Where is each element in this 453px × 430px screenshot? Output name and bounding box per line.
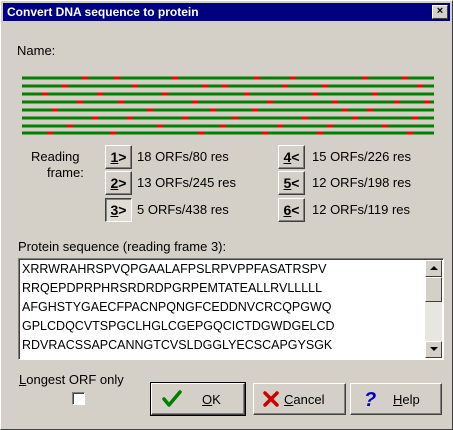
sequence-line: XRRWRAHRSPVQPGAALAFPSLRPVPPFASATRSPV <box>22 262 327 276</box>
longest-orf-checkbox[interactable] <box>72 392 85 405</box>
dna-marker <box>394 100 400 104</box>
frame-3-summary: 5 ORFs/438 res <box>137 202 229 217</box>
question-mark-icon: ? <box>364 389 376 409</box>
sequence-line: AFGHSTYGAECFPACNPQNGFCEDDNVCRCQPGWQ <box>22 300 332 314</box>
dna-marker <box>412 116 418 120</box>
dna-marker <box>327 124 333 128</box>
frame-4-button[interactable]: 4< <box>278 145 305 169</box>
dna-marker <box>210 108 216 112</box>
dna-marker <box>110 131 116 135</box>
ok-button[interactable]: OK <box>150 382 246 416</box>
window-title: Convert DNA sequence to protein <box>7 5 199 19</box>
svg-text:?: ? <box>364 389 376 409</box>
dna-marker <box>417 84 423 88</box>
dna-marker <box>312 92 318 96</box>
dna-marker <box>62 84 68 88</box>
dna-marker <box>157 124 163 128</box>
frame-5-summary: 12 ORFs/198 res <box>312 175 411 190</box>
scroll-down-button[interactable] <box>425 341 442 358</box>
arrow-down-icon <box>430 347 438 351</box>
dna-marker <box>42 92 48 96</box>
dna-marker <box>282 84 288 88</box>
dna-marker <box>114 76 120 80</box>
dna-marker <box>118 100 124 104</box>
longest-orf-label: Longest ORF only <box>19 372 124 387</box>
dna-marker <box>322 84 328 88</box>
name-label: Name: <box>17 43 56 58</box>
protein-sequence-label: Protein sequence (reading frame 3): <box>18 239 227 254</box>
reading-frame-label-line2: frame: <box>47 165 84 180</box>
dna-marker <box>362 76 368 80</box>
dna-marker <box>402 76 408 80</box>
dna-marker <box>252 108 258 112</box>
dna-strand <box>22 131 434 135</box>
sequence-line: RRQEPDPRPHRSRDRDPGRPEMTATEALLRVLLLLL <box>22 281 323 295</box>
dna-marker <box>382 124 388 128</box>
dna-marker <box>132 84 138 88</box>
scroll-thumb[interactable] <box>425 277 442 302</box>
cancel-button[interactable]: Cancel <box>253 383 346 415</box>
dna-marker <box>407 131 413 135</box>
dna-marker <box>198 131 204 135</box>
dna-marker <box>162 92 168 96</box>
frame-1-button[interactable]: 1> <box>105 145 132 169</box>
scroll-up-button[interactable] <box>425 260 442 277</box>
dna-marker <box>367 108 373 112</box>
dna-marker <box>372 92 378 96</box>
help-button[interactable]: ? Help <box>350 383 442 415</box>
dna-marker <box>232 116 238 120</box>
dna-marker <box>67 124 73 128</box>
dna-marker <box>147 108 153 112</box>
dna-strand <box>22 100 434 104</box>
dna-strand <box>22 124 434 128</box>
x-mark-icon <box>263 391 279 407</box>
dna-marker <box>97 92 103 96</box>
frame-6-button[interactable]: 6< <box>278 198 305 222</box>
dna-marker <box>77 100 83 104</box>
dna-marker <box>244 92 250 96</box>
dna-marker <box>52 108 58 112</box>
dna-marker <box>172 76 178 80</box>
dna-strands-graphic <box>22 76 434 135</box>
sequence-line: GPLCDQCVTSPGCLHGLCGEPGQCICTDGWDGELCD <box>22 319 335 333</box>
frame-3-button[interactable]: 3> <box>105 198 132 222</box>
reading-frame-label-line1: Reading <box>31 149 80 164</box>
frame-6-summary: 12 ORFs/119 res <box>312 202 411 217</box>
protein-sequence-textarea[interactable]: XRRWRAHRSPVQPGAALAFPSLRPVPPFASATRSPV RRQ… <box>18 258 444 360</box>
dna-marker <box>254 76 260 80</box>
dna-marker <box>332 100 338 104</box>
dna-marker <box>267 100 273 104</box>
dna-marker <box>424 100 430 104</box>
dna-marker <box>92 116 98 120</box>
frame-2-summary: 13 ORFs/245 res <box>137 175 236 190</box>
frame-5-button[interactable]: 5< <box>278 171 305 195</box>
dna-marker <box>302 116 308 120</box>
dna-marker <box>342 108 348 112</box>
close-button[interactable]: × <box>432 5 448 19</box>
frame-4-summary: 15 ORFs/226 res <box>312 149 411 164</box>
dna-marker <box>290 76 296 80</box>
sequence-line: RDVRACSSAPCANNGTCVSLDGGLYECSCAPGYSGK <box>22 338 333 352</box>
dna-marker <box>202 84 208 88</box>
dna-marker <box>182 116 188 120</box>
dna-marker <box>277 124 283 128</box>
dna-marker <box>262 131 268 135</box>
dna-marker <box>220 124 226 128</box>
dna-marker <box>317 131 323 135</box>
title-bar: Convert DNA sequence to protein × <box>3 3 450 21</box>
close-icon[interactable]: × <box>437 5 443 17</box>
dna-marker <box>127 116 133 120</box>
dna-marker <box>192 100 198 104</box>
dna-marker <box>352 116 358 120</box>
checkmark-icon <box>162 390 182 407</box>
dna-marker <box>82 76 88 80</box>
frame-1-summary: 18 ORFs/80 res <box>137 149 229 164</box>
dna-marker <box>47 131 53 135</box>
arrow-up-icon <box>430 266 438 270</box>
vertical-scrollbar[interactable] <box>425 260 442 358</box>
dna-marker <box>222 84 228 88</box>
frame-2-button[interactable]: 2> <box>105 171 132 195</box>
dna-strand <box>22 116 434 120</box>
